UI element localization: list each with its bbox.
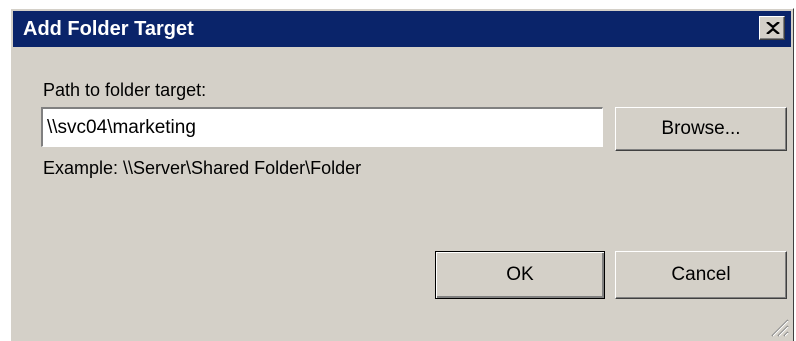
example-text: Example: \\Server\Shared Folder\Folder [43,158,362,178]
close-icon [766,22,780,34]
resize-grip-icon[interactable] [767,315,789,337]
title-bar[interactable]: Add Folder Target [13,11,791,47]
browse-button[interactable]: Browse... [615,107,787,151]
path-label: Path to folder target: [43,80,207,100]
close-button[interactable] [759,16,785,40]
add-folder-target-dialog: Add Folder Target Path to folder target:… [10,8,794,341]
ok-button[interactable]: OK [435,251,605,299]
path-input[interactable] [41,107,603,147]
dialog-title: Add Folder Target [23,18,194,40]
cancel-button[interactable]: Cancel [615,251,787,299]
